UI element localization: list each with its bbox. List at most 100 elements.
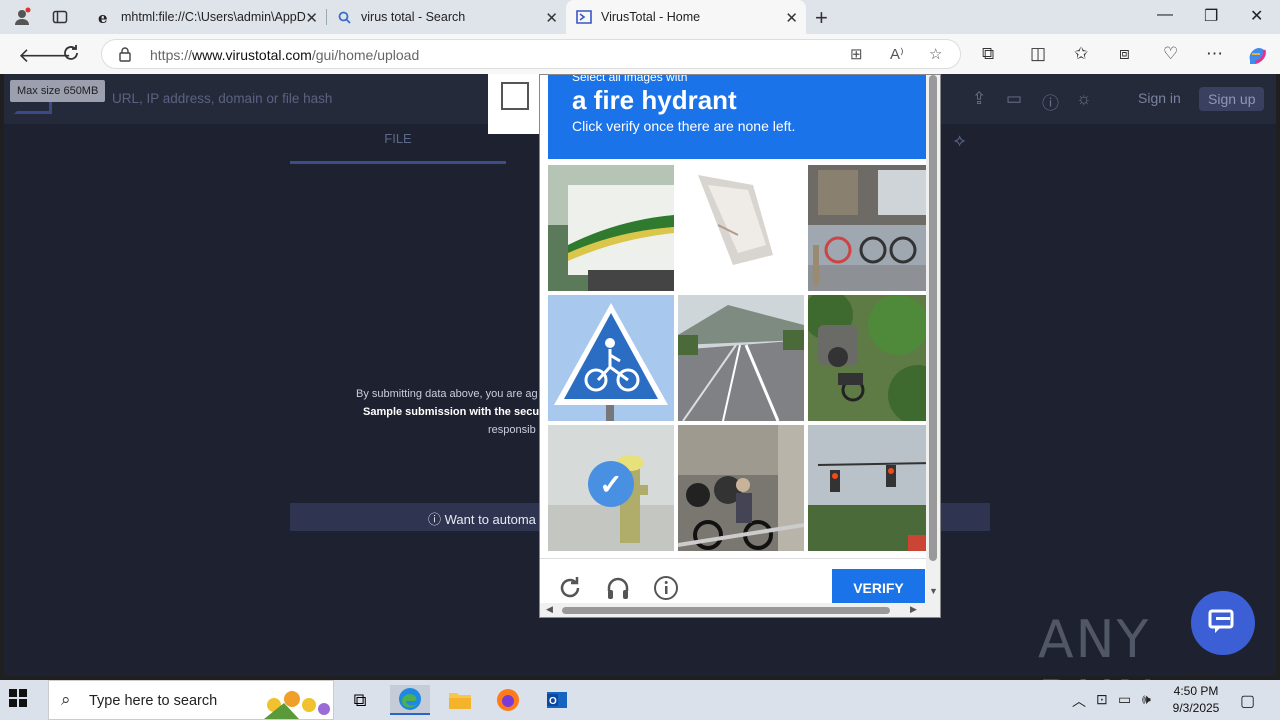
file-explorer-icon[interactable] [440, 685, 480, 715]
sample-submission-text: Sample submission with the secu [363, 406, 540, 418]
windows-taskbar: ⌕ Type here to search ⧉ O ︿ ⊡ ▭ 🕪 4:50 P… [0, 680, 1280, 720]
captcha-checkbox[interactable] [501, 82, 529, 110]
tab-virustotal-home[interactable]: VirusTotal - Home ✕ [566, 0, 806, 34]
close-window-icon[interactable]: ✕ [1250, 6, 1263, 26]
volume-icon[interactable]: 🕪 [1142, 691, 1151, 708]
read-aloud-icon[interactable]: A⁾ [890, 45, 904, 63]
tab-file[interactable]: FILE [290, 124, 506, 164]
captcha-header: Select all images with a fire hydrant Cl… [548, 75, 926, 159]
collections-icon[interactable]: ⧈ [1119, 44, 1130, 64]
close-tab-icon[interactable]: ✕ [305, 9, 318, 27]
vt-search-input[interactable]: URL, IP address, domain or file hash [112, 91, 332, 106]
theme-icon[interactable]: ☼ [1076, 89, 1092, 109]
tab-actions-icon[interactable] [48, 5, 72, 29]
svg-text:O: O [549, 696, 557, 707]
favorites-icon[interactable]: ✩ [1074, 44, 1088, 64]
captcha-tile-4[interactable] [548, 295, 674, 421]
captcha-tile-2[interactable] [678, 165, 804, 291]
profile-icon[interactable] [10, 5, 34, 29]
virustotal-icon [576, 9, 592, 25]
terms-text: By submitting data above, you are ag [356, 388, 538, 400]
captcha-target: a fire hydrant [572, 85, 737, 115]
lock-icon[interactable] [118, 46, 132, 62]
chat-support-button[interactable] [1191, 591, 1255, 655]
tab-title: virus total - Search [361, 10, 466, 24]
firefox-icon[interactable] [488, 685, 528, 715]
extensions-icon[interactable]: ⧉ [982, 44, 994, 64]
search-icon [336, 9, 352, 25]
info-icon[interactable] [652, 574, 680, 602]
restore-icon[interactable]: ❐ [1204, 6, 1218, 26]
notification-icon[interactable]: ▢ [1240, 691, 1255, 711]
scroll-thumb[interactable] [562, 607, 890, 614]
copilot-icon[interactable] [1246, 44, 1268, 71]
captcha-tile-5[interactable] [678, 295, 804, 421]
captcha-vertical-scrollbar[interactable]: ▼ [926, 75, 940, 603]
captcha-challenge: Select all images with a fire hydrant Cl… [539, 74, 941, 618]
verify-button[interactable]: VERIFY [832, 569, 925, 607]
automate-text: ⓘ Want to automa [428, 512, 536, 527]
edge-taskbar-icon[interactable] [390, 685, 430, 715]
taskbar-clock[interactable]: 4:50 PM 9/3/2025 [1168, 683, 1224, 717]
browser-essentials-icon[interactable]: ♡ [1163, 44, 1178, 64]
app-available-icon[interactable]: ⊞ [850, 45, 863, 63]
captcha-checkbox-panel [488, 74, 542, 134]
captcha-horizontal-scrollbar[interactable]: ◀ ▶ [540, 603, 940, 617]
close-tab-icon[interactable]: ✕ [545, 9, 558, 27]
search-icon: ⌕ [61, 690, 71, 709]
captcha-tile-6[interactable] [808, 295, 934, 421]
tab-title: VirusTotal - Home [601, 10, 701, 24]
tab-virus-total-search[interactable]: virus total - Search ✕ [326, 0, 566, 34]
captcha-tile-9[interactable] [808, 425, 934, 551]
captcha-tile-7[interactable]: ✓ [548, 425, 674, 551]
close-tab-icon[interactable]: ✕ [785, 9, 798, 27]
help-icon[interactable]: ⓘ [1042, 89, 1059, 114]
windows-start-icon[interactable] [8, 688, 36, 712]
sign-in-link[interactable]: Sign in [1138, 90, 1181, 106]
taskbar-search-placeholder: Type here to search [89, 693, 218, 709]
captcha-tile-3[interactable] [808, 165, 934, 291]
scroll-right-arrow-icon[interactable]: ▶ [910, 604, 917, 615]
taskbar-search[interactable]: ⌕ Type here to search [48, 680, 334, 720]
split-screen-icon[interactable]: ◫ [1030, 44, 1046, 64]
scroll-thumb[interactable] [929, 75, 937, 561]
search-hash-icon[interactable]: ⟡ [954, 131, 965, 151]
sign-up-button[interactable]: Sign up [1199, 87, 1265, 111]
device-icon[interactable]: ⊡ [1096, 691, 1108, 708]
chat-bubble-icon [1208, 609, 1234, 633]
tab-mhtml-file[interactable]: e mhtml:file://C:\Users\admin\AppD ✕ [86, 0, 326, 34]
network-icon[interactable]: ▭ [1118, 691, 1131, 708]
selected-check-icon: ✓ [588, 461, 634, 507]
more-menu-icon[interactable]: ⋯ [1206, 44, 1223, 64]
task-view-icon[interactable]: ⧉ [340, 685, 380, 715]
captcha-tile-1[interactable] [548, 165, 674, 291]
address-bar[interactable]: https://www.virustotal.com/gui/home/uplo… [101, 39, 961, 69]
clock-time: 4:50 PM [1173, 684, 1219, 698]
responsibility-text: responsib [488, 424, 536, 436]
captcha-divider [540, 558, 932, 559]
captcha-instruction: Click verify once there are none left. [572, 118, 796, 134]
upload-icon[interactable]: ⇪ [972, 89, 986, 109]
svg-text:e: e [98, 9, 108, 25]
audio-challenge-icon[interactable] [604, 574, 632, 602]
refresh-icon[interactable] [61, 43, 81, 69]
browser-tab-bar: e mhtml:file://C:\Users\admin\AppD ✕ vir… [0, 0, 1280, 34]
outlook-icon[interactable]: O [537, 685, 577, 715]
tab-title: mhtml:file://C:\Users\admin\AppD [121, 10, 306, 24]
browser-toolbar: 🡐 https://www.virustotal.com/gui/home/up… [0, 34, 1280, 74]
captcha-tile-8[interactable] [678, 425, 804, 551]
chat-icon[interactable]: ▭ [1006, 89, 1022, 109]
favorite-star-icon[interactable]: ☆ [929, 45, 942, 63]
ie-icon: e [96, 9, 112, 25]
captcha-prompt: Select all images with [572, 74, 688, 84]
url-text: https://www.virustotal.com/gui/home/uplo… [150, 47, 420, 63]
show-hidden-icons-icon[interactable]: ︿ [1072, 691, 1086, 711]
scroll-down-arrow-icon[interactable]: ▼ [929, 586, 938, 596]
max-size-tooltip: Max size 650MB [10, 80, 106, 102]
reload-icon[interactable] [556, 574, 584, 602]
minimize-icon[interactable]: ― [1157, 6, 1173, 24]
new-tab-button[interactable]: + [815, 5, 828, 31]
clock-date: 9/3/2025 [1172, 701, 1220, 715]
flowers-icon [264, 691, 330, 719]
scroll-left-arrow-icon[interactable]: ◀ [546, 604, 553, 615]
